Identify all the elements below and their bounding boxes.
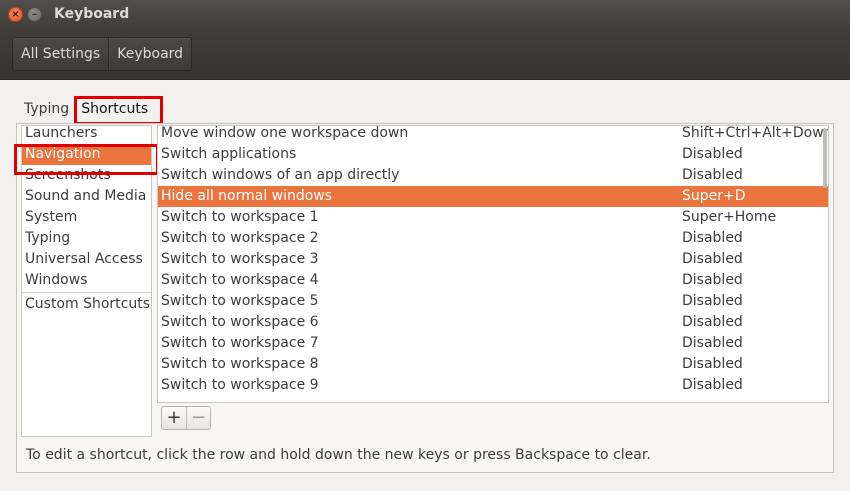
shortcut-accelerator[interactable]: Shift+Ctrl+Alt+Down: [682, 126, 828, 144]
shortcut-action: Switch to workspace 4: [161, 272, 319, 288]
tab-typing[interactable]: Typing: [18, 98, 75, 124]
window-title: Keyboard: [54, 6, 130, 22]
shortcut-row[interactable]: Move window one workspace down Shift+Ctr…: [158, 125, 828, 144]
toolbar: All Settings Keyboard: [0, 30, 850, 80]
shortcut-action: Hide all normal windows: [161, 188, 333, 204]
shortcut-action: Switch to workspace 9: [161, 377, 319, 393]
shortcut-accelerator[interactable]: Disabled: [682, 249, 743, 270]
shortcut-table: Move window one workspace down Shift+Ctr…: [157, 125, 829, 403]
minimize-icon[interactable]: –: [27, 7, 42, 22]
category-launchers[interactable]: Launchers: [22, 126, 151, 144]
category-sound-and-media[interactable]: Sound and Media: [22, 186, 151, 207]
shortcut-action: Switch to workspace 1: [161, 209, 319, 225]
shortcut-action: Switch to workspace 7: [161, 335, 319, 351]
shortcut-row[interactable]: Switch to workspace 2 Disabled: [158, 228, 828, 249]
shortcut-accelerator[interactable]: Disabled: [682, 165, 743, 186]
shortcut-accelerator[interactable]: Super+Home: [682, 207, 776, 228]
shortcut-accelerator[interactable]: Super+D: [682, 186, 746, 207]
shortcut-action: Switch applications: [161, 146, 297, 162]
shortcut-row[interactable]: Switch to workspace 9 Disabled: [158, 375, 828, 396]
shortcut-action: Switch windows of an app directly: [161, 167, 400, 183]
close-icon[interactable]: ×: [8, 7, 23, 22]
add-shortcut-button[interactable]: +: [162, 407, 186, 429]
add-remove-group: + −: [161, 406, 211, 430]
hint-text: To edit a shortcut, click the row and ho…: [26, 447, 651, 463]
shortcut-accelerator[interactable]: Disabled: [682, 144, 743, 165]
shortcut-row[interactable]: Switch to workspace 7 Disabled: [158, 333, 828, 354]
content-area: Typing Shortcuts Launchers Navigation Sc…: [0, 80, 850, 491]
shortcut-action: Switch to workspace 8: [161, 356, 319, 372]
category-custom-shortcuts[interactable]: Custom Shortcuts: [22, 294, 151, 315]
category-universal-access[interactable]: Universal Access: [22, 249, 151, 270]
shortcut-accelerator[interactable]: Disabled: [682, 375, 743, 396]
shortcut-action: Switch to workspace 3: [161, 251, 319, 267]
shortcut-action: Move window one workspace down: [161, 125, 409, 141]
shortcut-action: Switch to workspace 6: [161, 314, 319, 330]
shortcut-row[interactable]: Switch to workspace 6 Disabled: [158, 312, 828, 333]
scrollbar[interactable]: [823, 128, 827, 188]
shortcut-row[interactable]: Switch windows of an app directly Disabl…: [158, 165, 828, 186]
shortcut-action: Switch to workspace 5: [161, 293, 319, 309]
highlight-box-shortcuts-tab: [74, 96, 163, 125]
title-bar: × – Keyboard: [0, 0, 850, 30]
shortcut-action: Switch to workspace 2: [161, 230, 319, 246]
shortcut-row-selected[interactable]: Hide all normal windows Super+D: [158, 186, 828, 207]
shortcut-accelerator[interactable]: Disabled: [682, 333, 743, 354]
shortcut-row[interactable]: Switch to workspace 1 Super+Home: [158, 207, 828, 228]
breadcrumb-keyboard[interactable]: Keyboard: [108, 38, 191, 70]
shortcut-row[interactable]: Switch to workspace 8 Disabled: [158, 354, 828, 375]
shortcut-accelerator[interactable]: Disabled: [682, 228, 743, 249]
shortcut-accelerator[interactable]: Disabled: [682, 291, 743, 312]
category-system[interactable]: System: [22, 207, 151, 228]
shortcut-row[interactable]: Switch to workspace 3 Disabled: [158, 249, 828, 270]
highlight-box-navigation: [14, 144, 159, 175]
breadcrumb: All Settings Keyboard: [12, 37, 193, 71]
category-typing[interactable]: Typing: [22, 228, 151, 249]
shortcut-accelerator[interactable]: Disabled: [682, 312, 743, 333]
shortcut-accelerator[interactable]: Disabled: [682, 270, 743, 291]
shortcut-row[interactable]: Switch to workspace 5 Disabled: [158, 291, 828, 312]
category-divider: [22, 292, 151, 293]
breadcrumb-all-settings[interactable]: All Settings: [13, 38, 108, 70]
shortcut-row[interactable]: Switch applications Disabled: [158, 144, 828, 165]
remove-shortcut-button[interactable]: −: [186, 407, 210, 429]
category-windows[interactable]: Windows: [22, 270, 151, 291]
shortcut-row[interactable]: Switch to workspace 4 Disabled: [158, 270, 828, 291]
shortcut-accelerator[interactable]: Disabled: [682, 354, 743, 375]
